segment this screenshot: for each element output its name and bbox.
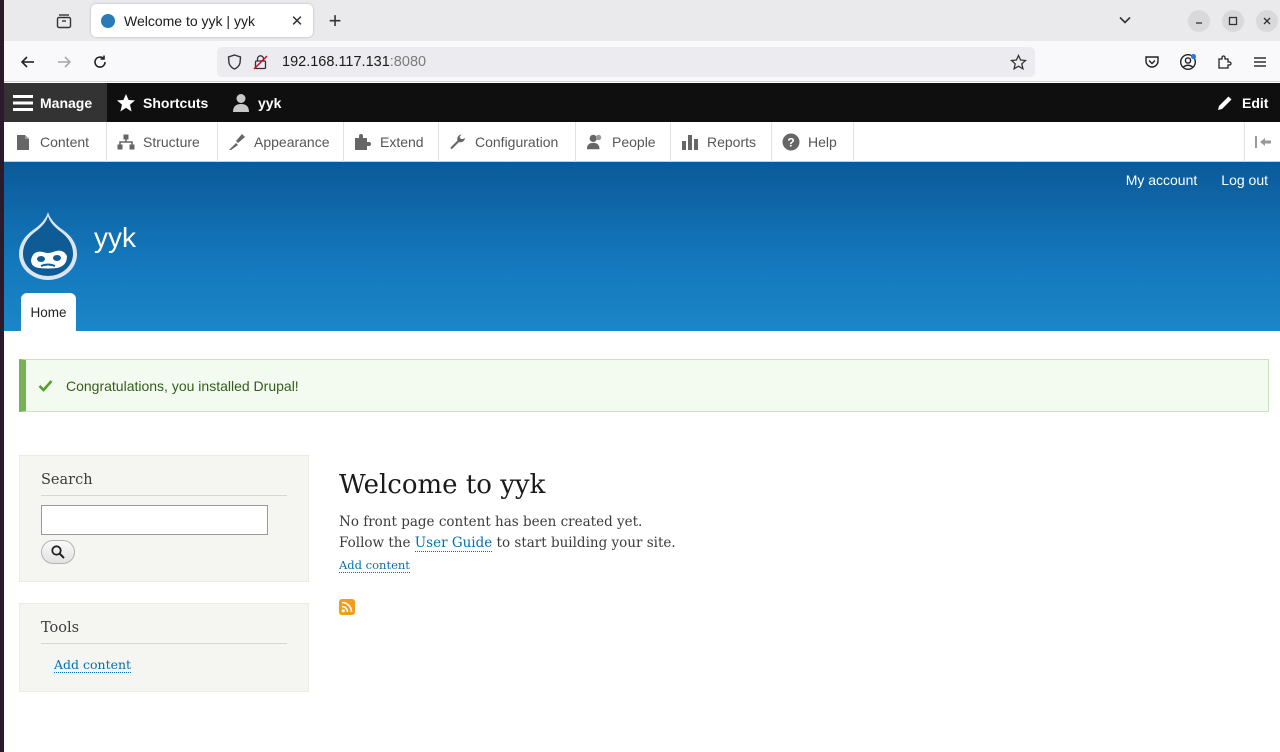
my-account-link[interactable]: My account	[1126, 172, 1198, 188]
tray-label: Appearance	[254, 134, 330, 150]
browser-tab-active[interactable]: Welcome to yyk | yyk ✕	[91, 4, 313, 37]
tray-item-help[interactable]: ? Help	[772, 122, 854, 162]
insecure-lock-icon[interactable]	[251, 53, 269, 71]
list-all-tabs-chevron-icon[interactable]	[1112, 8, 1138, 32]
user-guide-link[interactable]: User Guide	[414, 535, 493, 552]
extensions-puzzle-icon[interactable]	[1212, 50, 1236, 74]
address-bar[interactable]: 192.168.117.131:8080	[217, 47, 1035, 77]
user-guide-line: Follow the User Guide to start building …	[339, 533, 1239, 554]
toolbar-shortcuts-tab[interactable]: Shortcuts	[115, 83, 208, 122]
tray-label: People	[612, 134, 656, 150]
shortcuts-label: Shortcuts	[143, 94, 209, 111]
tray-label: Configuration	[475, 134, 559, 150]
admin-tray: Content Structure Appearance Extend Conf…	[4, 122, 1280, 162]
tray-item-structure[interactable]: Structure	[107, 122, 218, 162]
forward-arrow-icon[interactable]	[52, 50, 76, 74]
puzzle-icon	[354, 133, 372, 151]
tray-label: Reports	[707, 134, 757, 150]
tray-orientation-toggle-icon[interactable]	[1244, 122, 1280, 162]
user-label: yyk	[258, 94, 282, 111]
site-header: My account Log out yyk Home	[4, 162, 1280, 331]
toolbar-manage-tab[interactable]: Manage	[4, 83, 107, 122]
url-text: 192.168.117.131:8080	[282, 54, 427, 70]
main-content: Welcome to yyk No front page content has…	[339, 470, 1239, 573]
tray-item-reports[interactable]: Reports	[671, 122, 772, 162]
reload-icon[interactable]	[88, 50, 112, 74]
tab-title: Welcome to yyk | yyk	[124, 12, 255, 29]
tray-label: Structure	[143, 134, 200, 150]
search-block: Search	[19, 455, 309, 582]
browser-tab-bar: Welcome to yyk | yyk ✕ +	[4, 0, 1280, 41]
no-content-text: No front page content has been created y…	[339, 514, 643, 530]
admin-toolbar: Manage Shortcuts yyk Edit	[4, 83, 1280, 122]
wrench-icon	[449, 133, 467, 151]
tab-close-icon[interactable]: ✕	[289, 12, 305, 30]
drupal-logo[interactable]	[17, 210, 79, 280]
tray-item-people[interactable]: People	[576, 122, 671, 162]
tray-label: Content	[40, 134, 90, 150]
new-tab-button[interactable]: +	[322, 8, 348, 34]
search-input[interactable]	[41, 505, 268, 535]
svg-text:?: ?	[787, 136, 794, 150]
tray-label: Extend	[380, 134, 424, 150]
toolbar-user-tab[interactable]: yyk	[230, 83, 281, 122]
tray-item-content[interactable]: Content	[4, 122, 107, 162]
site-name[interactable]: yyk	[94, 222, 136, 254]
browser-nav-bar: 192.168.117.131:8080	[4, 41, 1280, 82]
log-out-link[interactable]: Log out	[1221, 172, 1268, 188]
bookmark-star-icon[interactable]	[1007, 51, 1029, 73]
user-icon	[230, 92, 252, 114]
checkmark-icon	[37, 378, 53, 394]
magnifier-icon	[51, 545, 65, 559]
tray-item-configuration[interactable]: Configuration	[439, 122, 576, 162]
search-button[interactable]	[41, 540, 75, 564]
close-window-icon[interactable]	[1256, 10, 1278, 32]
pocket-icon[interactable]	[1140, 50, 1164, 74]
tracking-shield-icon[interactable]	[225, 53, 243, 71]
tools-block-title: Tools	[41, 604, 287, 644]
user-guide-suffix: to start building your site.	[492, 535, 676, 551]
toolbar-edit-button[interactable]: Edit	[1214, 83, 1268, 122]
paintbrush-icon	[228, 133, 246, 151]
desktop-edge	[0, 0, 4, 752]
hamburger-menu-icon[interactable]	[1248, 50, 1272, 74]
bar-chart-icon	[681, 133, 699, 151]
tools-add-content-link[interactable]: Add content	[54, 657, 132, 673]
minimize-window-icon[interactable]	[1188, 10, 1210, 32]
home-tab[interactable]: Home	[21, 293, 76, 331]
tab-overview-icon[interactable]	[50, 8, 78, 34]
edit-label: Edit	[1242, 94, 1269, 111]
tray-item-extend[interactable]: Extend	[344, 122, 439, 162]
maximize-window-icon[interactable]	[1222, 10, 1244, 32]
star-icon	[115, 92, 137, 114]
drupal-favicon-icon	[101, 13, 115, 28]
user-guide-prefix: Follow the	[339, 535, 415, 551]
manage-label: Manage	[40, 94, 93, 111]
pencil-icon	[1214, 92, 1236, 114]
tray-item-appearance[interactable]: Appearance	[218, 122, 344, 162]
tray-label: Help	[808, 134, 837, 150]
tools-block: Tools Add content	[19, 603, 309, 692]
document-icon	[14, 133, 32, 151]
structure-icon	[117, 133, 135, 151]
secondary-menu: My account Log out	[1126, 172, 1280, 188]
account-icon[interactable]	[1176, 50, 1200, 74]
hamburger-icon	[12, 92, 34, 114]
search-block-title: Search	[41, 456, 287, 496]
add-content-link[interactable]: Add content	[339, 558, 410, 573]
people-icon	[586, 133, 604, 151]
page-title: Welcome to yyk	[339, 470, 546, 500]
status-message: Congratulations, you installed Drupal!	[19, 359, 1269, 412]
rss-feed-icon[interactable]	[339, 599, 355, 615]
status-message-text: Congratulations, you installed Drupal!	[66, 377, 299, 394]
back-arrow-icon[interactable]	[16, 50, 40, 74]
help-icon: ?	[782, 133, 800, 151]
